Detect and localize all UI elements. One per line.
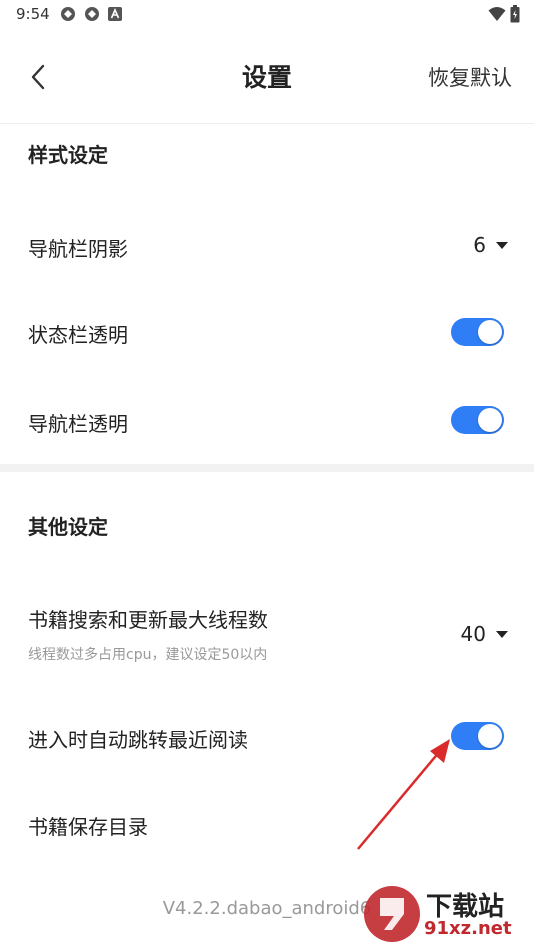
section-divider [0,464,534,472]
status-right [488,5,520,23]
section-title-other: 其他设定 [28,515,108,539]
status-transparent-toggle[interactable] [451,318,504,346]
notification-app-icon-2 [85,7,99,21]
save-dir-label[interactable]: 书籍保存目录 [28,811,148,840]
max-threads-dropdown[interactable]: 40 [461,622,508,646]
nav-transparent-label: 导航栏透明 [28,412,128,436]
watermark: 下载站 91xz.net [362,884,530,946]
status-time: 9:54 [16,5,50,23]
dropdown-caret-icon [496,630,508,638]
nav-transparent-toggle[interactable] [451,406,504,434]
nav-shadow-value: 6 [473,233,486,257]
app-bar: 设置 恢复默认 [0,30,534,124]
toggle-knob [478,320,502,344]
battery-icon [510,5,520,23]
toggle-knob [478,408,502,432]
nav-shadow-dropdown[interactable]: 6 [473,233,508,257]
watermark-logo-icon [364,886,420,942]
status-transparent-label: 状态栏透明 [28,323,128,347]
status-bar: 9:54 [0,0,534,30]
notification-app-icon [61,7,75,21]
restore-defaults-button[interactable]: 恢复默认 [428,62,512,92]
nav-shadow-label: 导航栏阴影 [28,237,128,261]
max-threads-subtitle: 线程数过多占用cpu，建议设定50以内 [28,647,268,663]
auto-jump-label: 进入时自动跳转最近阅读 [28,728,248,752]
wifi-icon [488,7,506,21]
notification-a-icon [108,7,122,21]
watermark-site: 91xz.net [424,918,512,939]
dropdown-caret-icon [496,241,508,249]
max-threads-label: 书籍搜索和更新最大线程数 [28,608,268,632]
max-threads-value: 40 [460,622,486,646]
annotation-arrow-icon [357,739,450,850]
toggle-knob [478,724,502,748]
section-title-style: 样式设定 [28,143,108,167]
